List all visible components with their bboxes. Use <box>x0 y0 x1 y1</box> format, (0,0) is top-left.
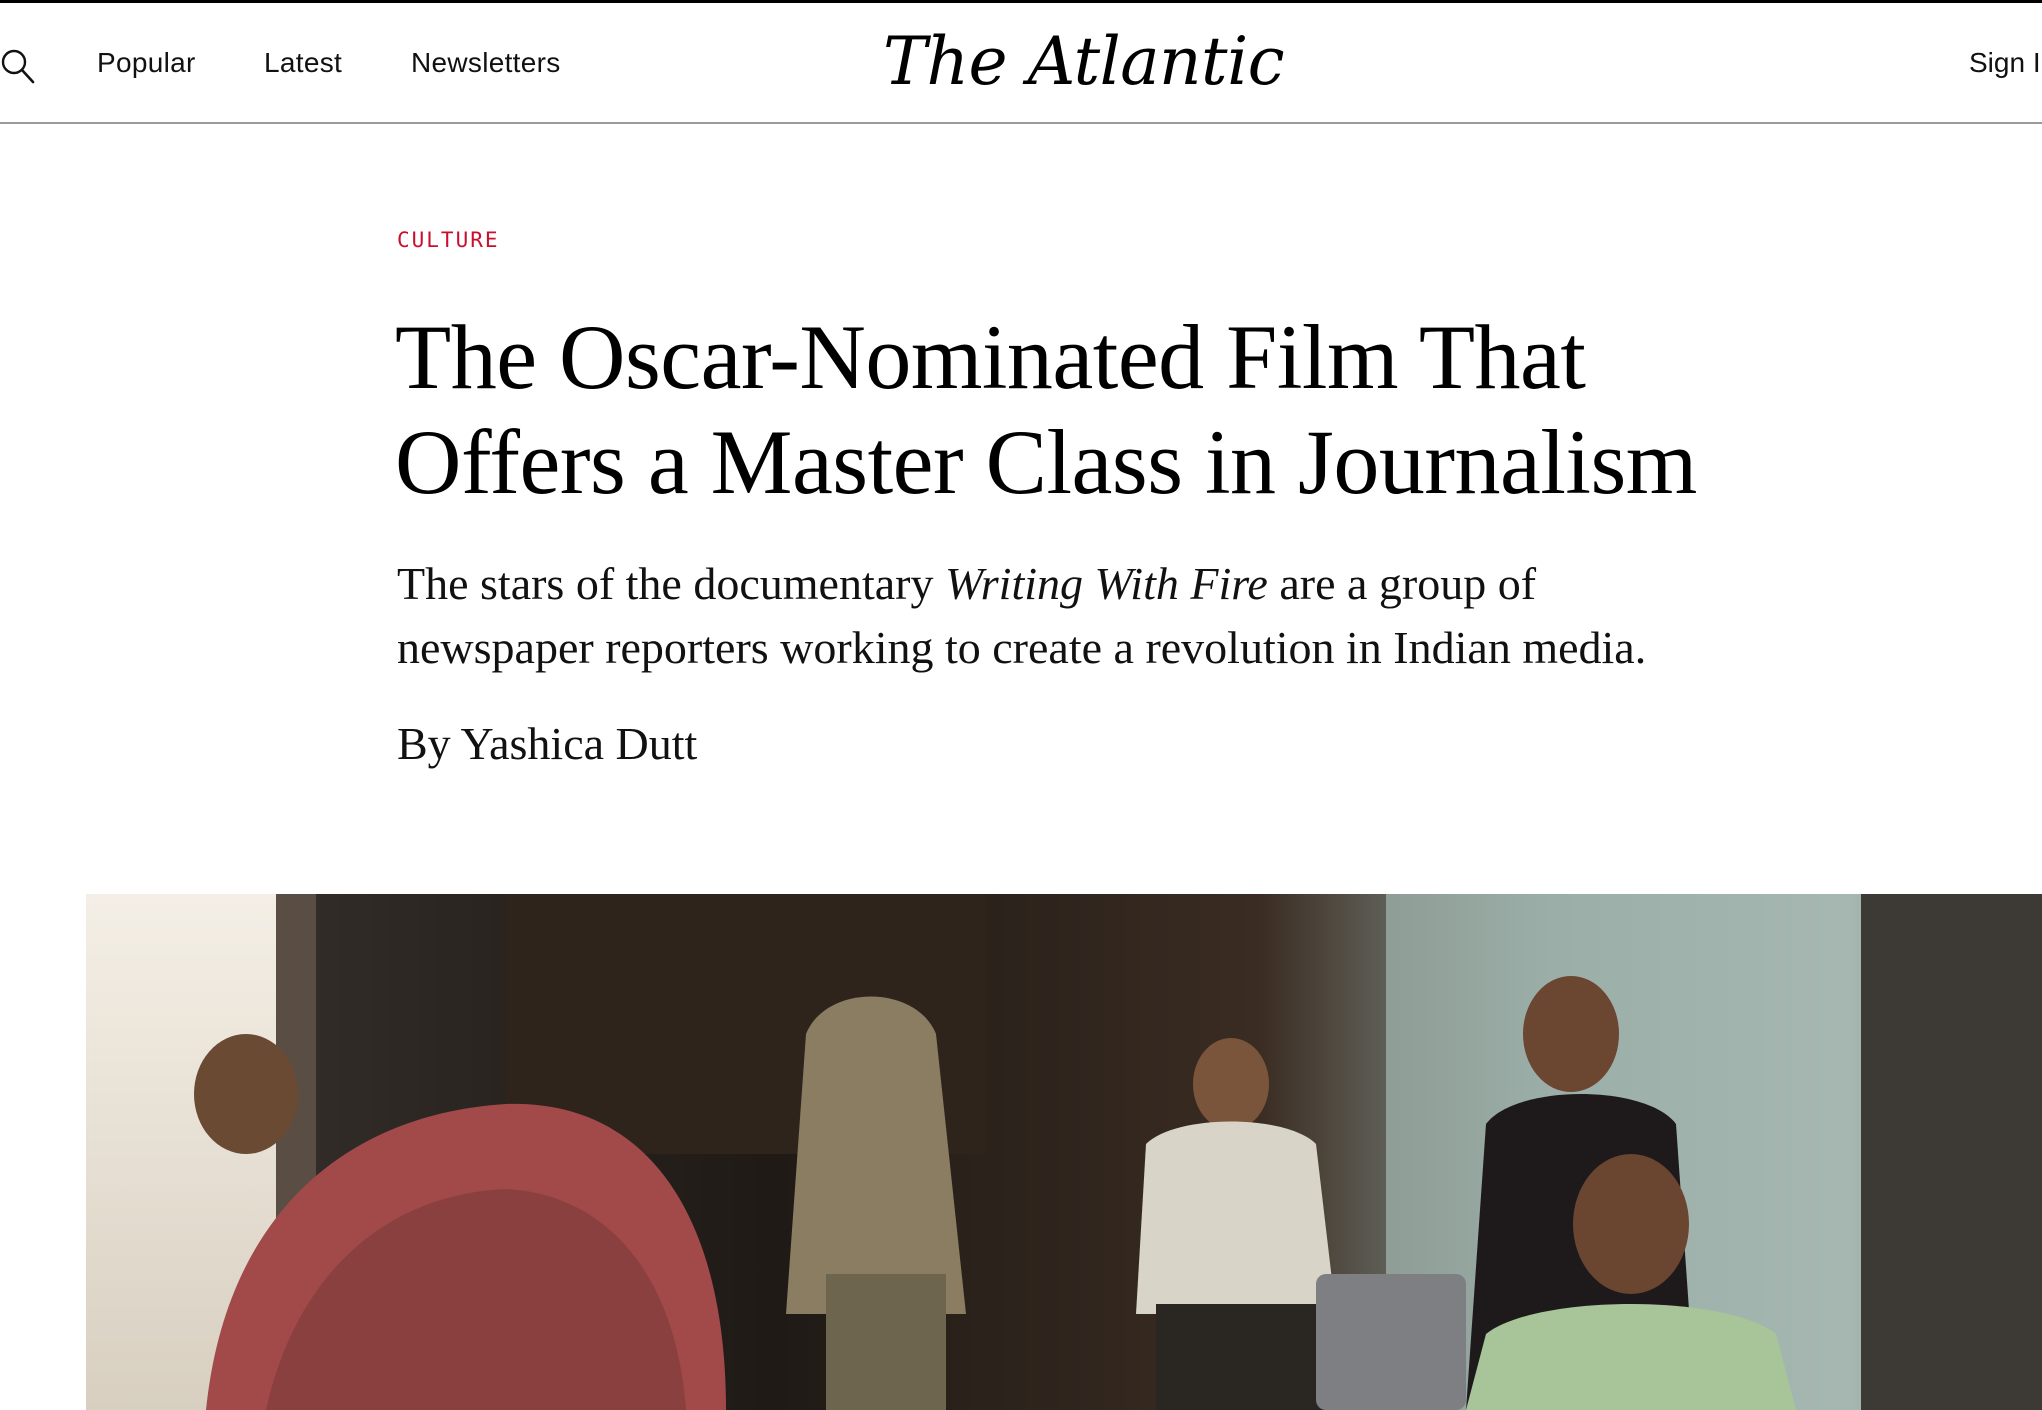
site-header: Popular Latest Newsletters The Atlantic … <box>0 3 2042 124</box>
byline-prefix: By <box>397 718 461 769</box>
site-logo[interactable]: The Atlantic <box>883 23 1285 100</box>
search-icon <box>1 49 35 84</box>
dek-film-title: Writing With Fire <box>944 558 1268 609</box>
nav-newsletters[interactable]: Newsletters <box>411 47 561 79</box>
headline-line-1: The Oscar-Nominated Film That <box>395 306 1586 408</box>
hero-photo-illustration <box>86 894 2042 1410</box>
search-button[interactable] <box>0 47 40 87</box>
article-dek: The stars of the documentary Writing Wit… <box>397 552 1737 680</box>
hero-image <box>86 894 2042 1410</box>
dek-text-start: The stars of the documentary <box>397 558 945 609</box>
nav-popular[interactable]: Popular <box>97 47 196 79</box>
headline-line-2: Offers a Master Class in Journalism <box>395 411 1697 513</box>
headline: The Oscar-Nominated Film That Offers a Ma… <box>395 305 1795 515</box>
byline: By Yashica Dutt <box>397 717 697 770</box>
nav-latest[interactable]: Latest <box>264 47 342 79</box>
sign-in-link[interactable]: Sign I <box>1969 47 2041 79</box>
author-link[interactable]: Yashica Dutt <box>460 718 697 769</box>
section-label[interactable]: CULTURE <box>397 228 500 252</box>
